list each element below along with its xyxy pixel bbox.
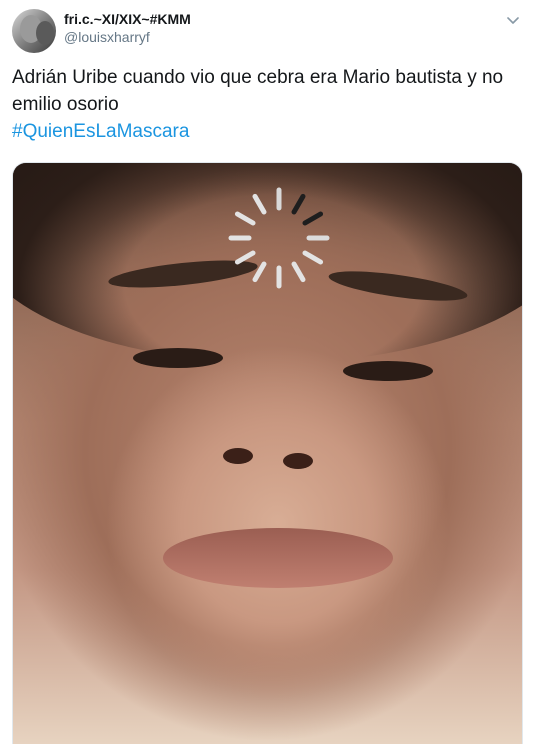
avatar[interactable] <box>12 9 56 53</box>
media-lips <box>163 528 393 588</box>
tweet-body: Adrián Uribe cuando vio que cebra era Ma… <box>12 67 504 115</box>
tweet-text: Adrián Uribe cuando vio que cebra era Ma… <box>12 64 527 145</box>
user-handle[interactable]: @louisxharryf <box>64 29 150 45</box>
display-name[interactable]: fri.c.~XI/XIX~#KMM <box>64 11 191 27</box>
avatar-face-2 <box>36 21 54 45</box>
tweet-media[interactable] <box>12 162 523 744</box>
chevron-down-icon[interactable] <box>505 12 521 28</box>
media-left-eye <box>133 348 223 368</box>
media-right-eye <box>343 361 433 381</box>
media-nostril-right <box>283 453 313 469</box>
media-nostril-left <box>223 448 253 464</box>
hashtag-link[interactable]: #QuienEsLaMascara <box>12 118 527 145</box>
loading-spinner-icon <box>228 187 330 289</box>
